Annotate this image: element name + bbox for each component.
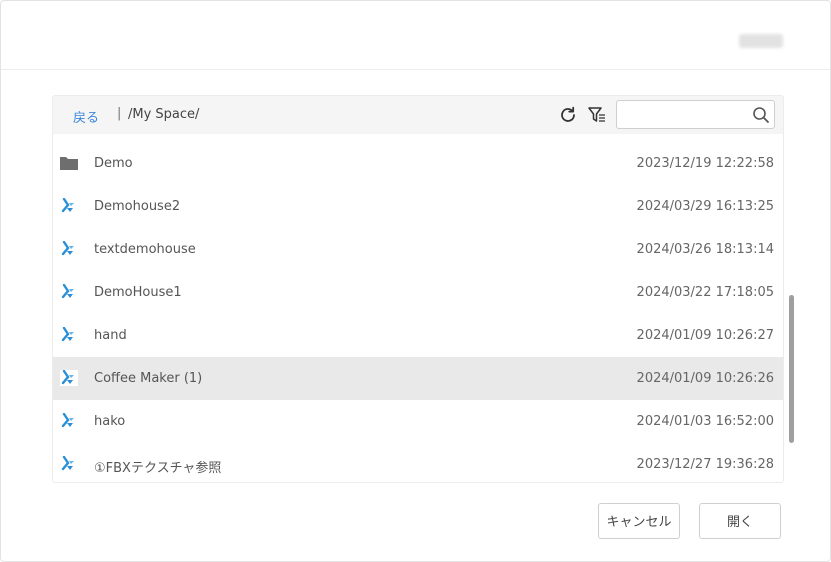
filter-icon[interactable] [587,105,607,125]
file-row[interactable]: Demo 2023/12/19 12:22:58 [53,142,783,185]
file-date: 2023/12/19 12:22:58 [636,156,774,171]
model-file-icon [60,283,78,300]
file-date: 2024/01/09 10:26:26 [636,371,774,386]
file-row[interactable]: hand 2024/01/09 10:26:27 [53,314,783,357]
search-icon[interactable] [752,106,770,124]
search-field[interactable] [616,100,775,129]
file-row[interactable]: textdemohouse 2024/03/26 18:13:14 [53,228,783,271]
scrollbar-thumb[interactable] [789,295,794,443]
dialog-header [1,1,830,70]
file-date: 2024/03/22 17:18:05 [636,285,774,300]
file-name: hand [94,328,127,343]
file-row[interactable]: ①FBXテクスチャ参照 2023/12/27 19:36:28 [53,443,783,482]
model-file-icon [60,412,78,429]
file-date: 2024/01/09 10:26:27 [636,328,774,343]
file-name: textdemohouse [94,242,196,257]
file-date: 2024/03/26 18:13:14 [636,242,774,257]
folder-icon [60,155,78,171]
file-row[interactable]: DemoHouse1 2024/03/22 17:18:05 [53,271,783,314]
model-file-icon [60,369,78,386]
file-name: Demohouse2 [94,199,181,214]
model-file-icon [60,455,78,472]
file-name: ①FBXテクスチャ参照 [94,461,222,476]
file-date: 2024/03/29 16:13:25 [636,199,774,214]
file-date: 2023/12/27 19:36:28 [636,457,774,472]
file-row[interactable]: Demohouse2 2024/03/29 16:13:25 [53,185,783,228]
back-link[interactable]: 戻る [73,107,99,126]
current-path: /My Space/ [128,107,200,122]
file-date: 2024/01/03 16:52:00 [636,414,774,429]
file-name: hako [94,414,126,429]
file-name: Demo [94,156,133,171]
file-toolbar: 戻る | /My Space/ [53,96,783,134]
refresh-icon[interactable] [558,105,578,125]
open-button[interactable]: 開く [699,503,781,539]
model-file-icon [60,326,78,343]
file-browser: 戻る | /My Space/ Demo 2023/12/19 12:22:58… [52,95,784,483]
model-file-icon [60,197,78,214]
file-name: Coffee Maker (1) [94,371,203,386]
blurred-header-element [739,34,783,48]
model-file-icon [60,240,78,257]
search-input[interactable] [623,105,747,125]
file-name: DemoHouse1 [94,285,182,300]
file-row[interactable]: hako 2024/01/03 16:52:00 [53,400,783,443]
file-list: Demo 2023/12/19 12:22:58 Demohouse2 2024… [53,142,783,482]
path-separator: | [117,106,122,121]
file-open-dialog: 戻る | /My Space/ Demo 2023/12/19 12:22:58… [0,0,831,562]
cancel-button[interactable]: キャンセル [598,503,680,539]
file-row-selected[interactable]: Coffee Maker (1) 2024/01/09 10:26:26 [53,357,783,400]
